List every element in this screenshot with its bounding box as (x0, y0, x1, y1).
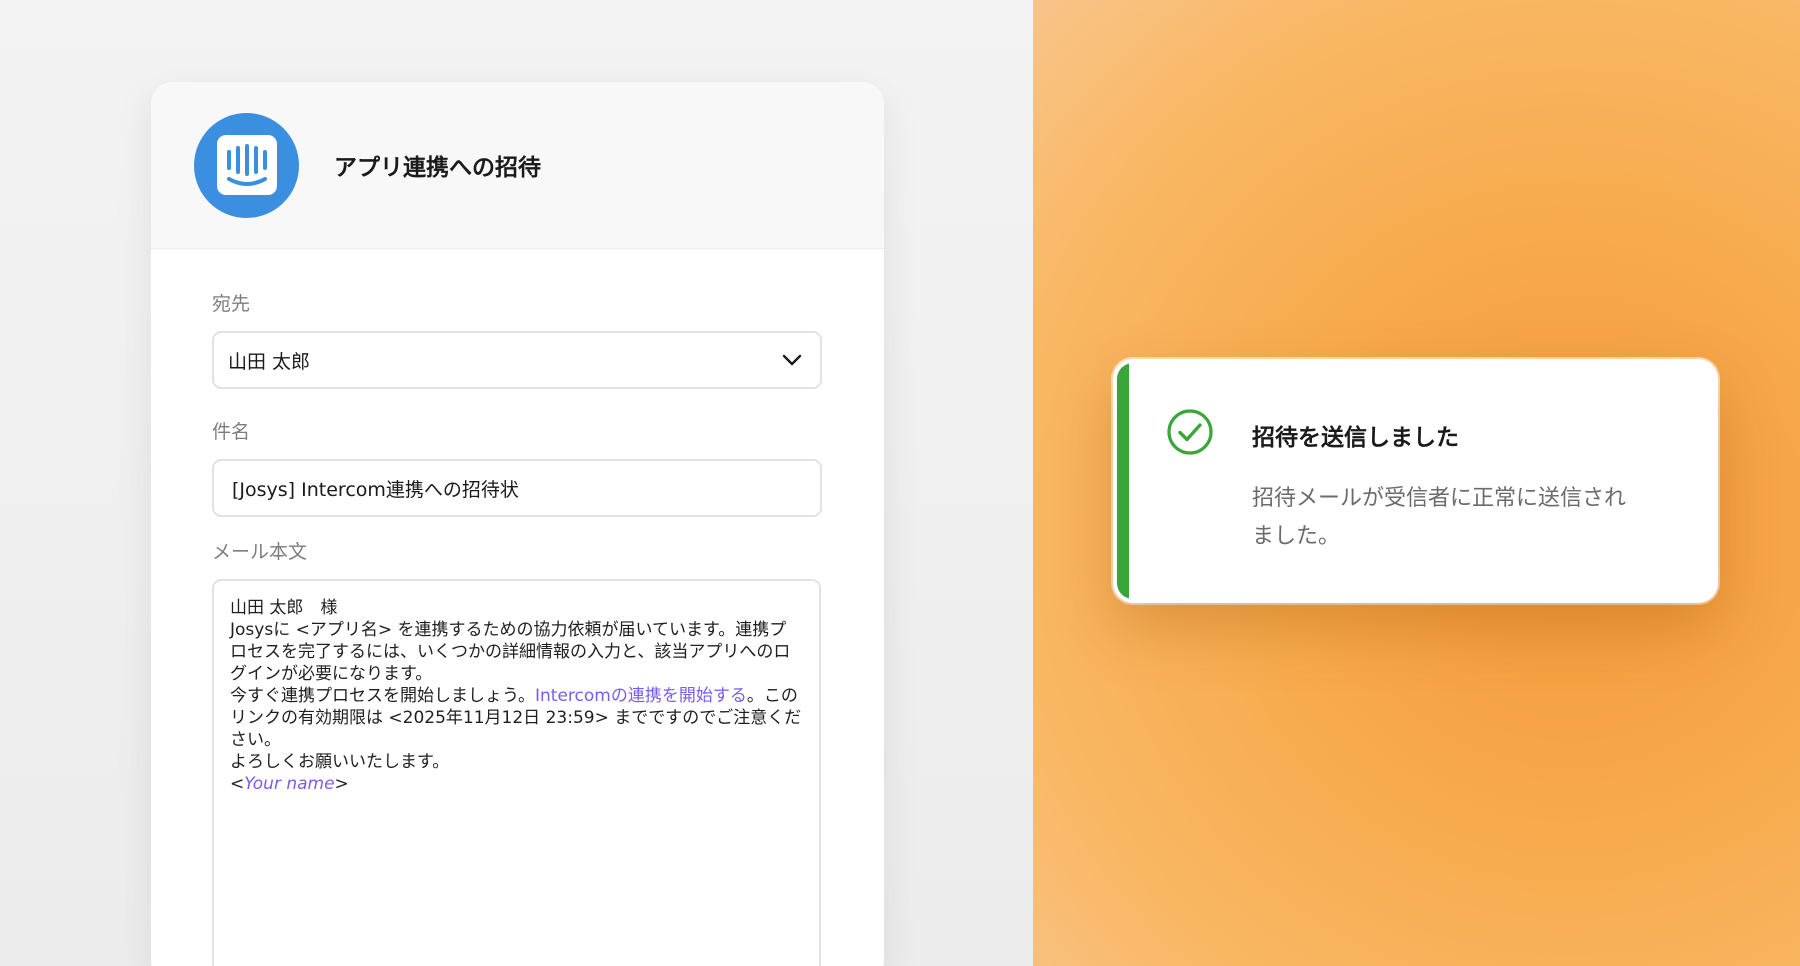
invite-card: アプリ連携への招待 宛先 山田 太郎 件名 [Josys] Intercom連携… (151, 82, 884, 966)
email-closing: よろしくお願いいたします。 (230, 752, 450, 772)
signature-close: > (334, 774, 349, 794)
toast-message: 招待メールが受信者に正常に送信されました。 (1252, 486, 1627, 549)
toast-accent-bar (1117, 363, 1129, 599)
intercom-glyph-icon (216, 135, 277, 195)
card-title: アプリ連携への招待 (334, 155, 541, 181)
signature-name-placeholder: Your name (244, 774, 335, 794)
subject-label: 件名 (212, 421, 251, 443)
chevron-down-icon (782, 354, 802, 366)
email-signature: <Your name> (230, 773, 803, 795)
email-paragraph-1: Josysに <アプリ名> を連携するための協力依頼が届いています。連携プロセス… (230, 620, 791, 684)
email-paragraph-2: 今すぐ連携プロセスを開始しましょう。Intercomの連携を開始する。このリンク… (230, 685, 803, 751)
email-greeting: 山田 太郎 様 (230, 598, 338, 618)
invite-form: 宛先 山田 太郎 件名 [Josys] Intercom連携への招待状 メール本… (151, 249, 884, 966)
recipient-select[interactable]: 山田 太郎 (212, 331, 822, 389)
signature-open: < (230, 774, 245, 794)
check-circle-icon (1167, 409, 1213, 455)
recipient-label: 宛先 (212, 293, 251, 315)
email-paragraph-2-prefix: 今すぐ連携プロセスを開始しましょう。 (230, 686, 535, 706)
success-toast: 招待を送信しました 招待メールが受信者に正常に送信されました。 (1113, 359, 1718, 603)
toast-title: 招待を送信しました (1252, 425, 1459, 451)
start-integration-link[interactable]: Intercomの連携を開始する (535, 686, 747, 706)
body-label: メール本文 (212, 541, 308, 563)
subject-input[interactable]: [Josys] Intercom連携への招待状 (212, 459, 822, 517)
recipient-value: 山田 太郎 (228, 350, 311, 373)
email-body-textarea[interactable]: 山田 太郎 様 Josysに <アプリ名> を連携するための協力依頼が届いていま… (212, 579, 821, 966)
intercom-logo-icon (194, 112, 299, 218)
card-header: アプリ連携への招待 (151, 82, 884, 249)
